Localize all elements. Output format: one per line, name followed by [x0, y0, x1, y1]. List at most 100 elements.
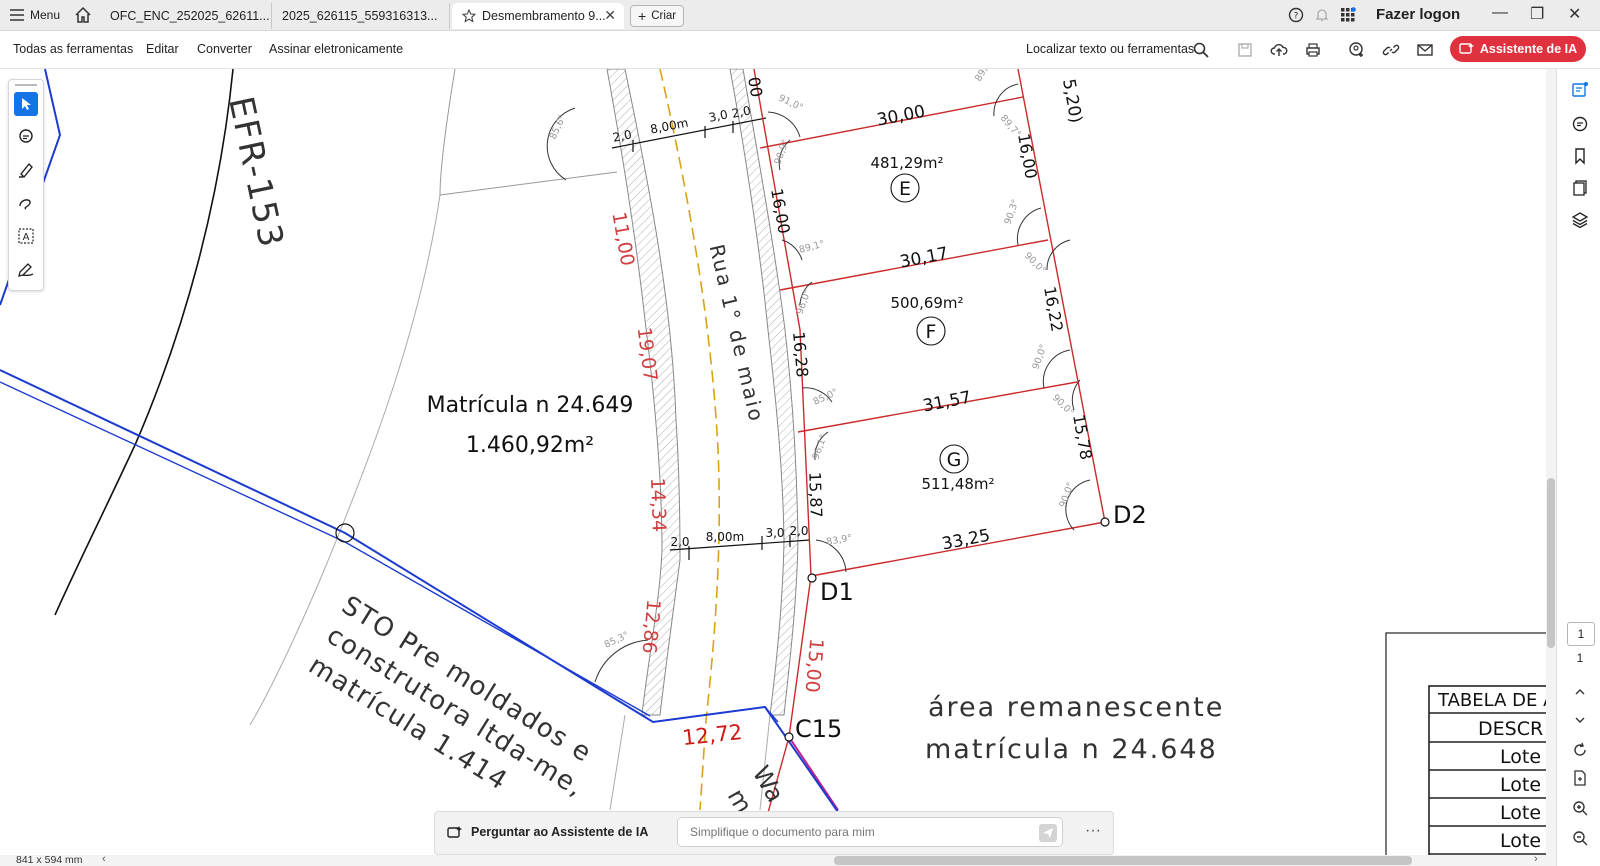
horizontal-scroll-thumb[interactable]: [834, 856, 1412, 865]
page-fit-icon[interactable]: [1571, 769, 1589, 787]
angle-label: 90,0°: [1057, 481, 1076, 509]
lot-g-front: 31,57: [921, 388, 973, 417]
survey-drawing: E F G 481,29m² 500,69m² 511,48m² 30,00 3…: [0, 69, 1550, 855]
boundary-line: [439, 69, 618, 196]
sign-tool-button[interactable]: [14, 257, 38, 281]
svg-text:A: A: [23, 232, 30, 243]
tab-bar: Menu OFC_ENC_252025_62611... 2025_626115…: [0, 0, 1600, 31]
lot-g-area: 511,48m²: [921, 475, 994, 493]
angle-label: 90,9°: [772, 138, 791, 166]
close-tab-icon[interactable]: ✕: [604, 7, 616, 24]
share-user-icon[interactable]: [1348, 41, 1366, 59]
sign-menu[interactable]: Assinar eletronicamente: [269, 42, 403, 56]
tab-document-2[interactable]: 2025_626115_559316313...: [272, 3, 450, 29]
new-tab-label: Criar: [651, 10, 677, 22]
send-button[interactable]: [1039, 824, 1057, 842]
lot-f-letter: F: [926, 321, 937, 343]
total-pages: 1: [1576, 651, 1584, 665]
star-icon[interactable]: [462, 9, 476, 23]
angle-label: 83,9°: [826, 533, 853, 548]
road-width-bottom-b: 8,00m: [706, 530, 744, 544]
close-window-icon[interactable]: ✕: [1568, 4, 1581, 24]
comment-tool-button[interactable]: [14, 125, 38, 149]
layers-icon[interactable]: [1571, 211, 1589, 229]
lot-f-side-right: 16,22: [1040, 285, 1067, 333]
more-options-button[interactable]: ···: [1085, 822, 1101, 840]
all-tools-menu[interactable]: Todas as ferramentas: [13, 42, 133, 56]
freehand-icon: [19, 199, 31, 210]
tab-document-1[interactable]: OFC_ENC_252025_62611...: [100, 3, 272, 29]
find-tools-label[interactable]: Localizar texto ou ferramentas: [1026, 42, 1194, 56]
lot-g-letter: G: [947, 449, 962, 471]
apps-grid-icon[interactable]: [1340, 7, 1356, 23]
minimize-icon[interactable]: —: [1492, 4, 1508, 22]
partial-dim-top-left: 00: [744, 75, 766, 98]
remaining-line-1: área remanescente: [928, 692, 1224, 723]
text-tool-button[interactable]: A: [14, 224, 38, 248]
vertical-scroll-thumb[interactable]: [1547, 478, 1555, 648]
draw-tool-button[interactable]: [14, 191, 38, 215]
table-cell: Lote: [1500, 830, 1541, 852]
lot-f-front: 30,17: [898, 244, 950, 273]
chevron-up-icon[interactable]: [1571, 683, 1589, 701]
chevron-down-icon[interactable]: [1571, 711, 1589, 729]
convert-menu[interactable]: Converter: [197, 42, 252, 56]
highlighter-icon: [19, 162, 33, 179]
ai-summary-icon[interactable]: [1571, 81, 1589, 99]
save-icon[interactable]: [1236, 41, 1254, 59]
zoom-out-icon[interactable]: [1571, 829, 1589, 847]
pages-icon[interactable]: [1571, 179, 1589, 197]
ai-assistant-label: Assistente de IA: [1479, 42, 1578, 56]
lot-e-letter: E: [899, 178, 911, 200]
table-cell: Lote: [1500, 774, 1541, 796]
plus-icon: +: [638, 8, 647, 24]
tab-document-3[interactable]: Desmembramento 9... ✕: [452, 3, 624, 29]
login-button[interactable]: Fazer logon: [1376, 6, 1460, 23]
cloud-upload-icon[interactable]: [1270, 41, 1288, 59]
point-c15-marker: [784, 732, 794, 742]
table-title: TABELA DE A: [1437, 690, 1550, 711]
new-tab-button[interactable]: + Criar: [630, 5, 685, 27]
home-icon[interactable]: [74, 6, 92, 24]
document-canvas[interactable]: E F G 481,29m² 500,69m² 511,48m² 30,00 3…: [0, 69, 1550, 855]
select-tool-button[interactable]: [14, 92, 38, 116]
right-panel-rail: 1 1: [1556, 69, 1600, 866]
refresh-icon[interactable]: [1571, 741, 1589, 759]
ask-ai-input[interactable]: [677, 817, 1063, 847]
restore-icon[interactable]: ❐: [1530, 4, 1544, 24]
table-cell: Lote: [1500, 746, 1541, 768]
lot-g-side-right: 15,78: [1069, 413, 1096, 461]
edit-menu[interactable]: Editar: [146, 42, 179, 56]
ai-assistant-button[interactable]: Assistente de IA: [1450, 36, 1586, 62]
angle-label: 96,0°: [794, 288, 813, 316]
highlight-tool-button[interactable]: [14, 158, 38, 182]
red-dim-14-34: 14,34: [646, 477, 670, 532]
angle-label: 85,3°: [603, 630, 631, 651]
search-icon[interactable]: [1192, 41, 1210, 59]
print-icon[interactable]: [1304, 41, 1322, 59]
help-icon[interactable]: ?: [1288, 7, 1304, 23]
angle-label: 90,3°: [1002, 198, 1021, 226]
angle-label: 89,7°: [998, 113, 1023, 140]
email-icon[interactable]: [1416, 41, 1434, 59]
menu-button[interactable]: Menu: [10, 5, 60, 25]
zoom-in-icon[interactable]: [1571, 799, 1589, 817]
angle-label: 85,6°: [548, 113, 569, 141]
tab-label: 2025_626115_559316313...: [282, 9, 438, 23]
current-page-field[interactable]: 1: [1567, 622, 1595, 646]
scroll-left-icon[interactable]: ‹: [102, 853, 106, 865]
road-width-bottom-a: 2,0: [670, 535, 689, 549]
link-icon[interactable]: [1382, 41, 1400, 59]
page-dimensions: 841 x 594 mm: [16, 854, 83, 866]
angle-label: 91,0°: [777, 93, 805, 114]
lot-e-side-left: 16,00: [767, 187, 794, 235]
angle-label: 89,1°: [798, 239, 826, 256]
bookmark-icon[interactable]: [1571, 147, 1589, 165]
scroll-right-icon[interactable]: ›: [1534, 853, 1538, 865]
panel-grip[interactable]: [15, 84, 37, 86]
comments-panel-icon[interactable]: [1571, 115, 1589, 133]
vertical-scrollbar[interactable]: [1546, 69, 1556, 855]
bell-icon[interactable]: [1314, 7, 1330, 23]
point-d1-label: D1: [820, 578, 854, 606]
road-width-bottom-c: 3,0: [765, 526, 784, 540]
